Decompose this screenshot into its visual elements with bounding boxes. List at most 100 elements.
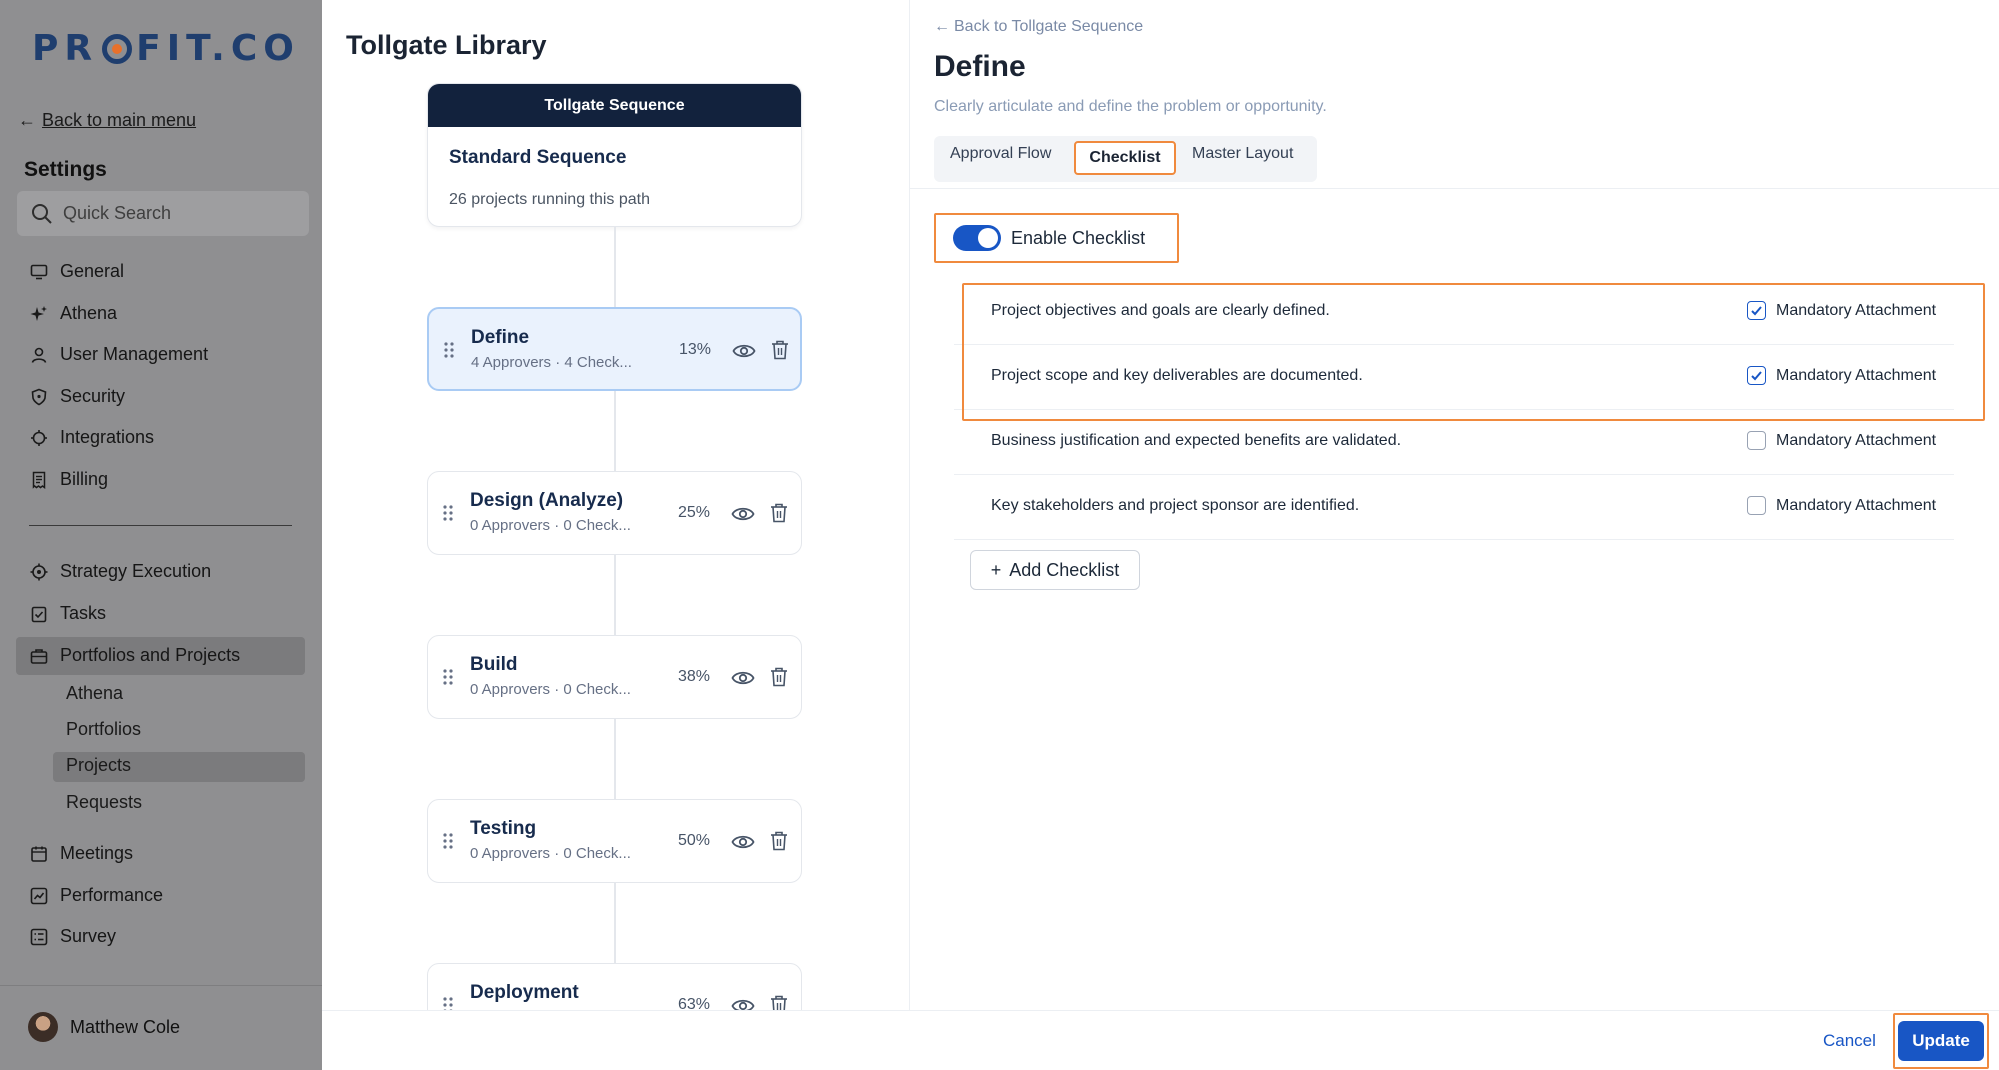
clipboard-check-icon xyxy=(31,606,47,622)
plus-icon: + xyxy=(990,559,1002,580)
checklist-item-text: Business justification and expected bene… xyxy=(991,432,1402,449)
trash-icon[interactable] xyxy=(770,503,788,523)
footer-bar: Cancel Update xyxy=(322,1010,1999,1070)
stage-name: Design (Analyze) xyxy=(470,490,624,511)
sparkle-icon xyxy=(30,305,47,321)
user-divider xyxy=(0,985,322,986)
stage-card-define[interactable]: Define 4 Approvers · 4 Check... 13% xyxy=(427,307,802,391)
profit-co-logo[interactable]: PR FIT.CO xyxy=(32,28,300,69)
back-to-main-menu-link[interactable]: ← Back to main menu xyxy=(18,110,196,131)
drag-handle-icon[interactable] xyxy=(442,668,454,686)
eye-icon[interactable] xyxy=(731,832,755,852)
enable-checklist-toggle[interactable] xyxy=(953,225,1001,251)
stage-card-testing[interactable]: Testing 0 Approvers · 0 Check... 50% xyxy=(427,799,802,883)
receipt-icon xyxy=(32,471,46,489)
drag-handle-icon[interactable] xyxy=(442,504,454,522)
nav-meetings[interactable]: Meetings xyxy=(30,843,133,864)
tab-bar: Approval Flow Checklist Master Layout xyxy=(934,136,1317,182)
trash-icon[interactable] xyxy=(771,340,789,360)
nav-survey[interactable]: Survey xyxy=(30,926,116,947)
tab-checklist[interactable]: Checklist xyxy=(1074,141,1176,175)
nav-strategy-execution[interactable]: Strategy Execution xyxy=(30,561,211,582)
sidebar: PRFIT.CO ← Back to main menu Settings Ge… xyxy=(0,0,322,1070)
nav-portfolios-and-projects[interactable]: Portfolios and Projects xyxy=(30,645,240,666)
mandatory-attachment-label: Mandatory Attachment xyxy=(1776,432,1937,449)
checklist-row[interactable]: Project objectives and goals are clearly… xyxy=(954,280,1954,345)
sequence-header: Tollgate Sequence xyxy=(428,84,801,127)
nav-general-label: General xyxy=(60,261,125,281)
enable-checklist-toggle-row[interactable]: Enable Checklist xyxy=(934,213,1179,263)
sub-nav-requests[interactable]: Requests xyxy=(66,792,142,813)
stage-name: Testing xyxy=(470,818,537,839)
stage-meta: 0 Approvers · 0 Check... xyxy=(470,681,631,698)
stage-percent: 25% xyxy=(678,504,711,521)
quick-search-box[interactable] xyxy=(17,191,309,236)
mandatory-attachment-checkbox[interactable] xyxy=(1747,366,1766,385)
arrow-left-icon: ← xyxy=(934,18,950,35)
nav-portfolios-and-projects-label: Portfolios and Projects xyxy=(60,645,241,665)
eye-icon[interactable] xyxy=(731,668,755,688)
nav-meetings-label: Meetings xyxy=(60,843,134,863)
eye-icon[interactable] xyxy=(731,504,755,524)
nav-tasks[interactable]: Tasks xyxy=(30,603,106,624)
nav-integrations-label: Integrations xyxy=(60,427,155,447)
nav-billing[interactable]: Billing xyxy=(30,469,108,490)
nav-integrations[interactable]: Integrations xyxy=(30,427,154,448)
survey-icon xyxy=(30,928,48,945)
add-checklist-label: Add Checklist xyxy=(1009,559,1120,580)
nav-general[interactable]: General xyxy=(30,261,124,282)
nav-athena[interactable]: Athena xyxy=(30,303,117,324)
quick-search-input[interactable] xyxy=(63,203,283,224)
shield-icon xyxy=(31,388,47,405)
mandatory-attachment-label: Mandatory Attachment xyxy=(1776,302,1937,319)
stage-connector xyxy=(614,719,616,799)
back-to-sequence-label: Back to Tollgate Sequence xyxy=(954,18,1144,35)
add-checklist-button[interactable]: + Add Checklist xyxy=(970,550,1140,590)
checklist-row[interactable]: Project scope and key deliverables are d… xyxy=(954,345,1954,410)
stage-percent: 50% xyxy=(678,832,711,849)
tabs-divider xyxy=(910,188,1999,189)
stage-percent: 38% xyxy=(678,668,711,685)
briefcase-icon xyxy=(30,648,48,664)
stage-card-design-analyze[interactable]: Design (Analyze) 0 Approvers · 0 Check..… xyxy=(427,471,802,555)
sub-nav-projects[interactable]: Projects xyxy=(66,755,131,776)
stage-card-build[interactable]: Build 0 Approvers · 0 Check... 38% xyxy=(427,635,802,719)
checklist-row[interactable]: Business justification and expected bene… xyxy=(954,410,1954,475)
tab-master-layout[interactable]: Master Layout xyxy=(1192,145,1293,163)
checklist-item-text: Key stakeholders and project sponsor are… xyxy=(991,497,1360,514)
cancel-button[interactable]: Cancel xyxy=(1823,1031,1876,1051)
tab-approval-flow[interactable]: Approval Flow xyxy=(950,145,1051,163)
stage-meta: 0 Approvers · 0 Check... xyxy=(470,517,631,534)
calendar-icon xyxy=(31,846,47,862)
nav-tasks-label: Tasks xyxy=(60,603,107,623)
target-icon xyxy=(30,563,48,580)
stage-detail-panel: ← Back to Tollgate Sequence Define Clear… xyxy=(910,0,1999,1010)
mandatory-attachment-checkbox[interactable] xyxy=(1747,431,1766,450)
back-to-sequence-link[interactable]: ← Back to Tollgate Sequence xyxy=(934,18,1143,36)
drag-handle-icon[interactable] xyxy=(443,341,455,359)
sequence-card[interactable]: Tollgate Sequence Standard Sequence 26 p… xyxy=(427,83,802,227)
eye-icon[interactable] xyxy=(732,341,756,361)
drag-handle-icon[interactable] xyxy=(442,832,454,850)
nav-survey-label: Survey xyxy=(60,926,117,946)
nav-user-management[interactable]: User Management xyxy=(30,344,208,365)
back-to-main-menu-label: Back to main menu xyxy=(42,110,197,130)
page-title: Tollgate Library xyxy=(346,30,547,60)
mandatory-attachment-label: Mandatory Attachment xyxy=(1776,367,1937,384)
trash-icon[interactable] xyxy=(770,831,788,851)
monitor-icon xyxy=(30,264,48,279)
sub-nav-athena[interactable]: Athena xyxy=(66,683,123,704)
checklist-row[interactable]: Key stakeholders and project sponsor are… xyxy=(954,475,1954,540)
mandatory-attachment-checkbox[interactable] xyxy=(1747,496,1766,515)
nav-performance-label: Performance xyxy=(60,885,164,905)
stage-meta: 0 Approvers · 0 Check... xyxy=(470,845,631,862)
nav-performance[interactable]: Performance xyxy=(30,885,163,906)
stage-connector xyxy=(614,555,616,635)
user-profile[interactable]: Matthew Cole xyxy=(28,1012,180,1042)
trash-icon[interactable] xyxy=(770,667,788,687)
update-button[interactable]: Update xyxy=(1898,1021,1984,1061)
nav-security[interactable]: Security xyxy=(30,386,125,407)
sub-nav-portfolios[interactable]: Portfolios xyxy=(66,719,141,740)
mandatory-attachment-checkbox[interactable] xyxy=(1747,301,1766,320)
checkmark-icon xyxy=(1751,306,1762,316)
